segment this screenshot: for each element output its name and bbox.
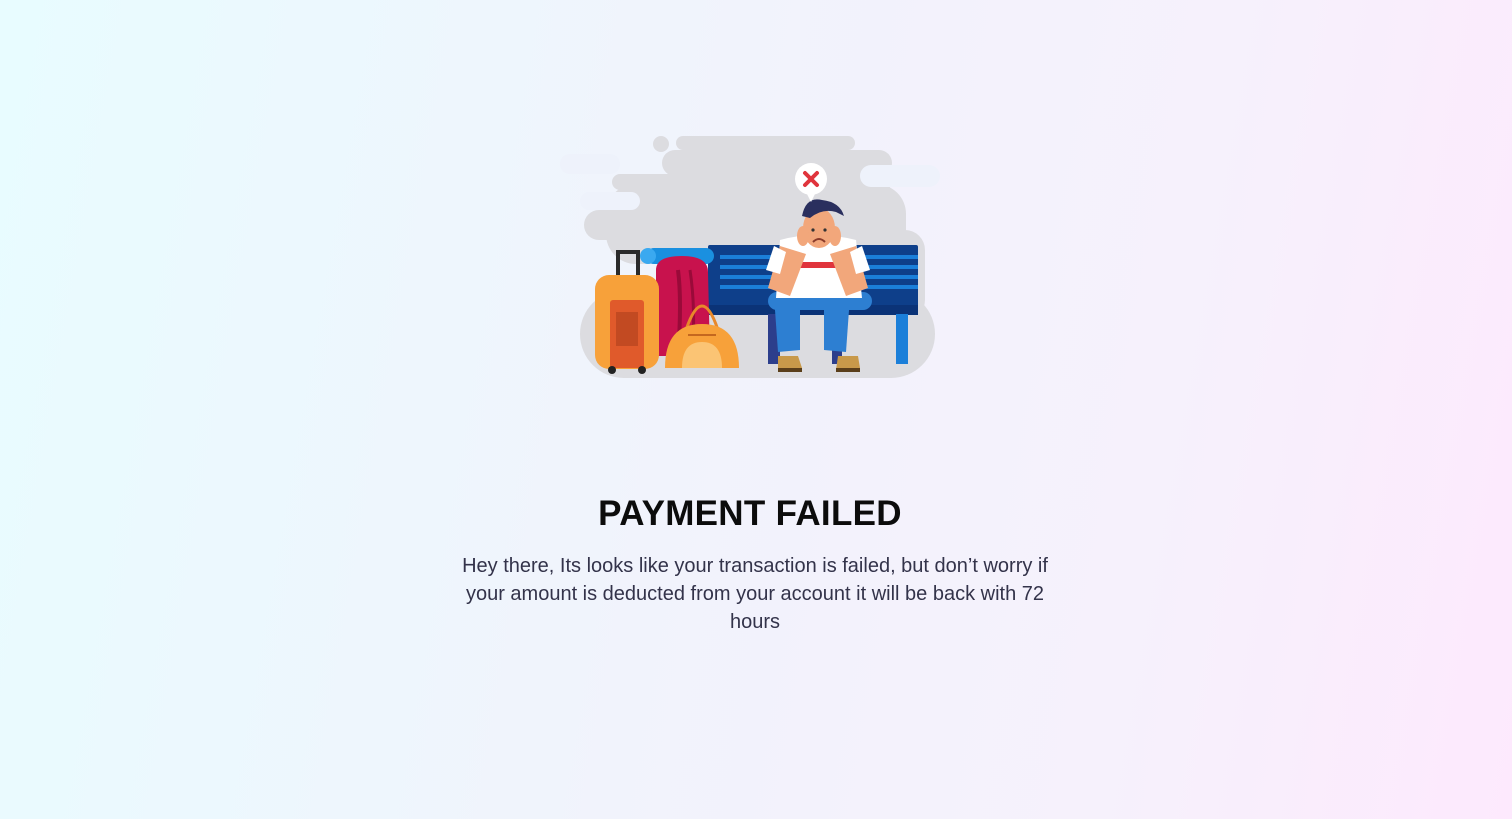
page-title: PAYMENT FAILED: [598, 494, 902, 533]
failure-message: Hey there, Its looks like your transacti…: [462, 555, 1048, 633]
suitcase: [595, 250, 659, 374]
payment-failed-page: PAYMENT FAILED Hey there, Its looks like…: [0, 0, 1512, 819]
payment-failed-illustration: [560, 120, 952, 390]
